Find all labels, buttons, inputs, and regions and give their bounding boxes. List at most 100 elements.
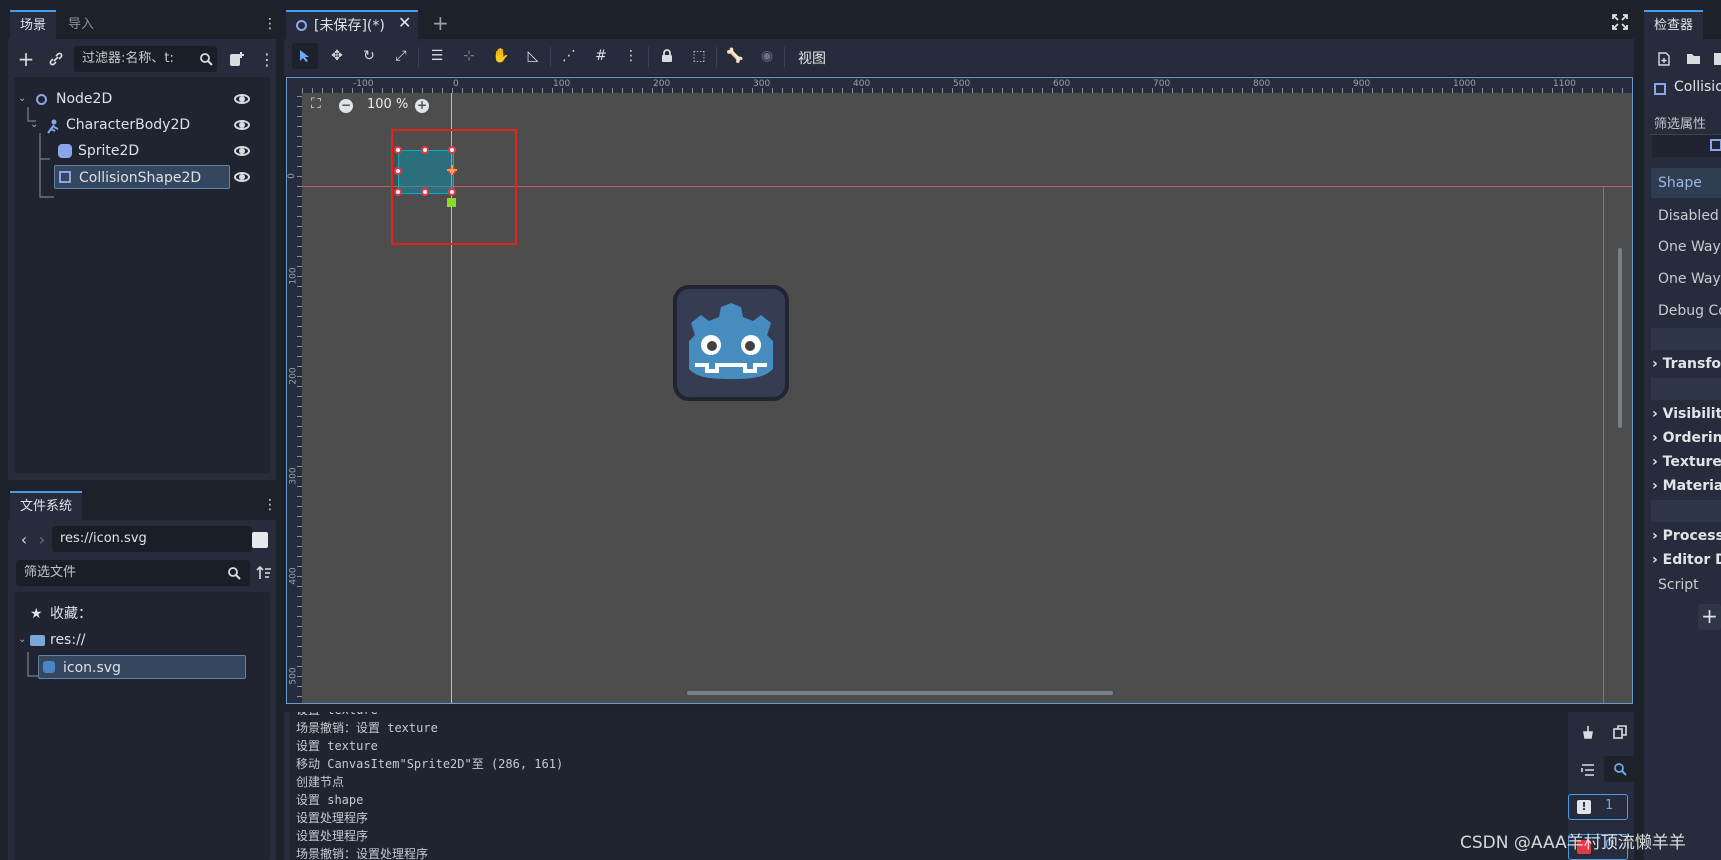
section-texture[interactable]: › Texture: [1652, 450, 1721, 474]
pan-mode-icon[interactable]: ✋: [488, 43, 514, 69]
toggle-split-icon[interactable]: [252, 532, 268, 548]
clear-output-icon[interactable]: [1576, 720, 1600, 744]
tab-filesystem[interactable]: 文件系统: [10, 491, 83, 520]
star-icon: ★: [30, 606, 43, 622]
tree-item-sprite2d[interactable]: Sprite2D: [14, 139, 270, 163]
item-label: icon.svg: [63, 660, 121, 676]
search-icon: [1614, 763, 1627, 776]
section-ordering[interactable]: › Ordering: [1652, 426, 1721, 450]
visibility-eye-icon[interactable]: [234, 120, 250, 130]
file-filter-input[interactable]: 筛选文件: [16, 560, 250, 586]
favorites-item[interactable]: ★ 收藏：: [14, 602, 270, 626]
ruler-label: 500: [288, 667, 299, 685]
move-mode-icon[interactable]: ✥: [324, 43, 350, 69]
tree-item-characterbody2d[interactable]: ⌄ CharacterBody2D: [14, 113, 270, 137]
property-script[interactable]: Script: [1658, 570, 1721, 600]
new-resource-icon[interactable]: [1652, 47, 1676, 71]
lock-icon[interactable]: [654, 43, 680, 69]
log-lines: 设置 texture 场景撤销：设置 texture 设置 texture 移动 Ca…: [296, 712, 563, 860]
section-divider: [1651, 378, 1721, 400]
tree-item-collisionshape2d[interactable]: CollisionShape2D: [54, 165, 230, 189]
search-output-button[interactable]: [1604, 756, 1636, 782]
camera-override-icon[interactable]: ◉: [754, 43, 780, 69]
scene-tab[interactable]: [未保存](*) ✕: [286, 10, 418, 39]
list-select-icon[interactable]: ☰: [424, 43, 450, 69]
chevron-down-icon[interactable]: ⌄: [18, 628, 26, 652]
canvas-viewport[interactable]: -100 0 100 200 300 400 500 600 700 800 9…: [286, 77, 1633, 704]
visibility-eye-icon[interactable]: [234, 146, 250, 156]
horizontal-scrollbar[interactable]: [687, 691, 1113, 695]
view-menu[interactable]: 视图: [798, 48, 826, 68]
path-field[interactable]: res://icon.svg: [52, 526, 252, 552]
bone-icon[interactable]: 🦴: [722, 43, 748, 69]
inspected-node-name[interactable]: CollisionShape2D: [1674, 79, 1721, 95]
close-icon[interactable]: ✕: [398, 13, 411, 32]
log-line: 设置 texture: [296, 739, 378, 753]
section-material[interactable]: › Material: [1652, 474, 1721, 498]
zoom-in-icon[interactable]: +: [415, 99, 429, 113]
grid-snap-icon[interactable]: #: [588, 43, 614, 69]
dock-menu-icon[interactable]: ⋮: [258, 12, 282, 36]
ruler-label: 800: [1253, 79, 1271, 89]
vertical-ruler: 0 100 200 300 400 500: [287, 93, 302, 703]
property-shape[interactable]: Shape: [1658, 168, 1721, 198]
visibility-eye-icon[interactable]: [234, 172, 250, 182]
tab-scene[interactable]: 场景: [10, 10, 57, 39]
zoom-level[interactable]: 100 %: [367, 97, 408, 112]
center-view-icon[interactable]: ⛶: [311, 96, 321, 112]
pivot-mode-icon[interactable]: ⊹: [456, 43, 482, 69]
godot-sprite[interactable]: [673, 285, 789, 401]
new-scene-tab-icon[interactable]: +: [432, 11, 449, 35]
ruler-label: 1100: [1553, 79, 1576, 89]
property-one-way-margin[interactable]: One Way Collision Margin: [1658, 264, 1721, 294]
scene-menu-icon[interactable]: ⋮: [255, 47, 279, 71]
icon-svg-item[interactable]: icon.svg: [38, 655, 246, 679]
copy-output-icon[interactable]: [1608, 720, 1632, 744]
ruler-label: 200: [288, 367, 299, 385]
add-metadata-icon[interactable]: +: [1698, 604, 1721, 630]
snap-options-icon[interactable]: ⋮: [618, 43, 644, 69]
smart-snap-icon[interactable]: ⋰: [556, 43, 582, 69]
property-one-way-collision[interactable]: One Way Collision: [1658, 232, 1721, 262]
ruler-label: 100: [553, 79, 571, 89]
scene-tabbar: [未保存](*) ✕ +: [284, 10, 1634, 39]
save-resource-icon[interactable]: [1708, 47, 1721, 71]
res-folder-item[interactable]: ⌄ res://: [14, 628, 270, 652]
visibility-eye-icon[interactable]: [234, 94, 250, 104]
collapse-icon[interactable]: [1576, 758, 1600, 782]
class-header: [1652, 135, 1721, 157]
group-icon[interactable]: ⬚: [686, 43, 712, 69]
distraction-free-icon[interactable]: [1612, 14, 1628, 34]
section-process[interactable]: › Process: [1652, 524, 1721, 548]
chevron-down-icon[interactable]: ⌄: [30, 113, 38, 137]
tree-item-node2d[interactable]: ⌄ Node2D: [14, 87, 270, 111]
dock-menu-icon[interactable]: ⋮: [258, 493, 282, 517]
tab-inspector[interactable]: 检查器: [1644, 10, 1704, 39]
scene-dock-tabbar: 场景 导入 ⋮: [0, 10, 277, 39]
ruler-label: 600: [1053, 79, 1071, 89]
rotate-mode-icon[interactable]: ↻: [356, 43, 382, 69]
log-line: 场景撤销：设置处理程序: [296, 847, 429, 860]
search-icon[interactable]: [194, 47, 218, 71]
property-debug-color[interactable]: Debug Color: [1658, 296, 1721, 326]
instance-scene-icon[interactable]: [225, 47, 249, 71]
forward-arrow-icon[interactable]: ›: [30, 527, 54, 551]
add-node-icon[interactable]: +: [14, 47, 38, 71]
sort-icon[interactable]: [252, 561, 276, 585]
tab-import[interactable]: 导入: [58, 10, 104, 39]
search-icon[interactable]: [222, 561, 246, 585]
select-mode-icon[interactable]: [292, 43, 318, 69]
error-filter-button[interactable]: ! 1: [1568, 794, 1628, 820]
ruler-mode-icon[interactable]: ◺: [520, 43, 546, 69]
zoom-out-icon[interactable]: −: [339, 99, 353, 113]
property-filter-input[interactable]: 筛选属性: [1650, 109, 1721, 135]
property-disabled[interactable]: Disabled: [1658, 201, 1721, 231]
vertical-scrollbar[interactable]: [1618, 248, 1622, 428]
section-visibility[interactable]: › Visibility: [1652, 402, 1721, 426]
open-resource-icon[interactable]: [1682, 47, 1706, 71]
section-editor-description[interactable]: › Editor Description: [1652, 548, 1721, 572]
chevron-down-icon[interactable]: ⌄: [18, 87, 26, 111]
section-transform[interactable]: › Transform: [1652, 352, 1721, 376]
scale-mode-icon[interactable]: ⤢: [388, 43, 414, 69]
link-icon[interactable]: [44, 47, 68, 71]
